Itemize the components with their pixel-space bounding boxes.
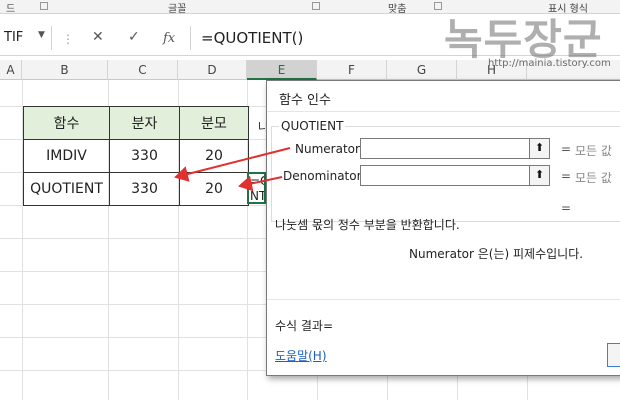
watermark-url: http://mainia.tistory.com [488,58,611,69]
arrow-to-numerator-cell [174,147,291,182]
watermark: 녹두장군 http://mainia.tistory.com [440,6,620,78]
arrow-to-denominator-cell [238,175,283,192]
